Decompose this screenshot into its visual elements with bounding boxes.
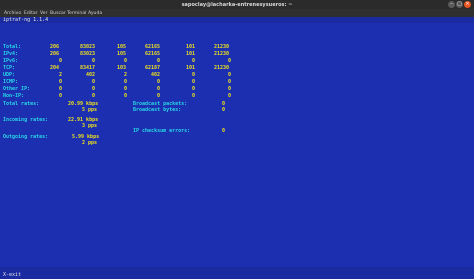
footer-bar (0, 267, 474, 279)
row-value: 62165 (145, 51, 161, 57)
row-value: 2 (59, 72, 63, 78)
row-value: 0 (157, 79, 161, 85)
row-value: 83023 (80, 51, 96, 57)
row-value: 0 (192, 79, 196, 85)
row-value: 0 (59, 86, 63, 92)
row-value: 101 (186, 44, 196, 50)
row-value: 101 (186, 65, 196, 71)
row-value: 402 (151, 72, 161, 78)
ip-checksum-errors-label: IP checksum errors: (133, 128, 191, 134)
row-value: 0 (157, 58, 161, 64)
row-value: 0 (92, 79, 96, 85)
row-value: 62187 (145, 65, 161, 71)
row-value: 0 (124, 86, 128, 92)
row-value: 21230 (214, 44, 230, 50)
row-value: 105 (117, 51, 127, 57)
row-value: 21230 (214, 51, 230, 57)
terminal-window: – □ × sapoclay@lacharka-entrenesysueros:… (0, 0, 474, 279)
row-label: ICMP: (3, 79, 19, 85)
menu-ver[interactable]: Ver (40, 11, 48, 16)
row-value: 105 (117, 44, 127, 50)
row-value: 0 (228, 93, 232, 99)
menu-ayuda[interactable]: Ayuda (88, 11, 102, 16)
menu-buscar[interactable]: Buscar (50, 11, 66, 16)
row-value: 0 (92, 58, 96, 64)
incoming-rates-label: Incoming rates: (3, 117, 49, 123)
row-value: 0 (192, 86, 196, 92)
row-value: 0 (228, 58, 232, 64)
program-header: iptraf-ng 1.1.4 (3, 17, 49, 23)
row-value: 0 (157, 86, 161, 92)
row-value: 0 (92, 93, 96, 99)
menu-bar: Archivo Editar Ver Buscar Terminal Ayuda (0, 9, 474, 17)
incoming-rates-pps: 3 pps (82, 123, 98, 129)
row-value: 0 (124, 93, 128, 99)
row-label: Non-IP: (3, 93, 25, 99)
terminal-area[interactable]: iptraf-ng 1.1.4 Total: 206 83023 105 621… (0, 17, 474, 279)
row-label: IPv6: (3, 58, 19, 64)
row-value: 83023 (80, 44, 96, 50)
row-value: 0 (92, 86, 96, 92)
row-value: 0 (192, 93, 196, 99)
row-value: 206 (50, 51, 60, 57)
outgoing-rates-label: Outgoing rates: (3, 134, 49, 140)
row-value: 402 (86, 72, 96, 78)
row-value: 0 (192, 72, 196, 78)
row-value: 2 (124, 72, 128, 78)
row-value: 0 (228, 86, 232, 92)
row-label: Total: (3, 44, 22, 50)
title-bar: – □ × sapoclay@lacharka-entrenesysueros:… (0, 0, 474, 9)
menu-terminal[interactable]: Terminal (67, 11, 86, 16)
broadcast-bytes-value: 0 (222, 107, 226, 113)
row-value: 83417 (80, 65, 96, 71)
row-value: 204 (50, 65, 60, 71)
window-title: sapoclay@lacharka-entrenesysueros: ~ (181, 2, 293, 8)
row-label: Other IP: (3, 86, 31, 92)
header-bar (0, 17, 474, 23)
row-value: 103 (117, 65, 127, 71)
total-rates-label: Total rates: (3, 101, 40, 107)
row-value: 62165 (145, 44, 161, 50)
row-label: TCP: (3, 65, 16, 71)
row-value: 0 (228, 79, 232, 85)
menu-archivo[interactable]: Archivo (4, 11, 21, 16)
row-value: 206 (50, 44, 60, 50)
row-label: IPv4: (3, 51, 19, 57)
row-value: 0 (59, 58, 63, 64)
row-value: 0 (124, 79, 128, 85)
row-value: 0 (228, 72, 232, 78)
menu-editar[interactable]: Editar (24, 11, 38, 16)
row-value: 0 (59, 93, 63, 99)
ip-checksum-errors-value: 0 (222, 128, 226, 134)
row-value: 0 (192, 58, 196, 64)
exit-hint: X-exit (3, 272, 22, 278)
row-value: 0 (59, 79, 63, 85)
broadcast-bytes-label: Broadcast bytes: (133, 107, 182, 113)
row-value: 101 (186, 51, 196, 57)
row-label: UDP: (3, 72, 16, 78)
row-value: 0 (124, 58, 128, 64)
row-value: 21230 (214, 65, 230, 71)
total-rates-pps: 5 pps (82, 107, 98, 113)
row-value: 0 (157, 93, 161, 99)
outgoing-rates-pps: 2 pps (82, 140, 98, 146)
